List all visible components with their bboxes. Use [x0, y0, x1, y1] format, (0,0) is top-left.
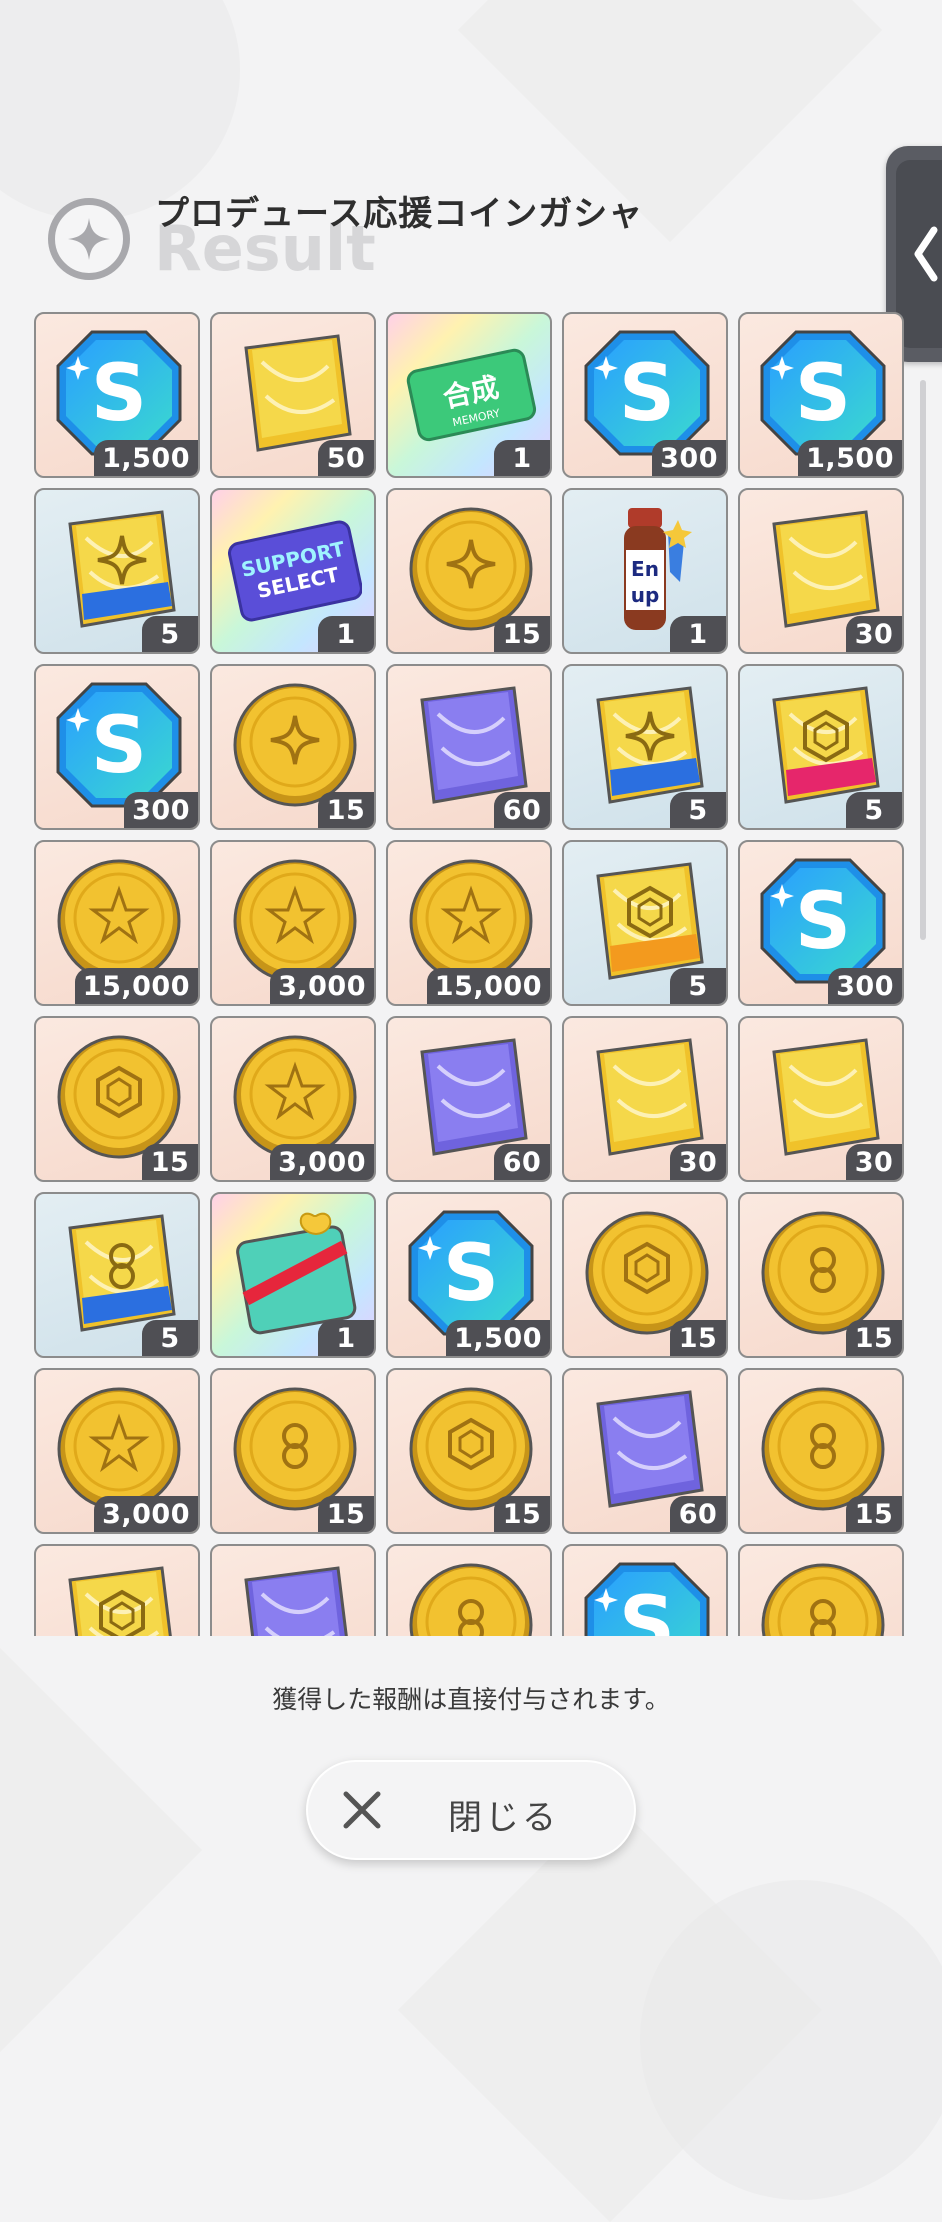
item-count-badge: 1	[494, 440, 550, 476]
item-count-badge: 1,500	[446, 1320, 550, 1356]
reward-item[interactable]: 5	[738, 664, 904, 830]
reward-notice: 獲得した報酬は直接付与されます。	[272, 1685, 670, 1714]
reward-item[interactable]	[34, 1544, 200, 1636]
item-count-badge: 15,000	[426, 968, 550, 1004]
reward-item[interactable]: 30	[562, 1016, 728, 1182]
reward-grid: S 1,500 50 合成 MEMORY 1 S 300 S 1,500 5 S…	[34, 312, 910, 1636]
reward-item[interactable]: 15	[562, 1192, 728, 1358]
reward-item[interactable]: 5	[34, 1192, 200, 1358]
item-count-badge: 15	[494, 616, 550, 652]
reward-item[interactable]: 3,000	[34, 1368, 200, 1534]
reward-item[interactable]: S 1,500	[34, 312, 200, 478]
svg-text:S: S	[91, 349, 147, 439]
svg-text:S: S	[443, 1229, 499, 1319]
item-count-badge: 5	[846, 792, 902, 828]
item-count-badge: 1	[318, 616, 374, 652]
item-count-badge: 1,500	[798, 440, 902, 476]
item-count-badge: 15	[494, 1496, 550, 1532]
item-count-badge: 300	[124, 792, 198, 828]
reward-item[interactable]	[386, 1544, 552, 1636]
item-count-badge: 300	[652, 440, 726, 476]
item-count-badge: 5	[670, 968, 726, 1004]
reward-item[interactable]: 合成 MEMORY 1	[386, 312, 552, 478]
item-count-badge: 60	[494, 1144, 550, 1180]
item-count-badge: 3,000	[270, 968, 374, 1004]
reward-item[interactable]	[738, 1544, 904, 1636]
item-count-badge: 15,000	[74, 968, 198, 1004]
reward-item[interactable]: 1	[210, 1192, 376, 1358]
svg-text:S: S	[619, 1581, 675, 1636]
reward-item[interactable]: S 1,500	[738, 312, 904, 478]
item-count-badge: 300	[828, 968, 902, 1004]
reward-item[interactable]: 15	[34, 1016, 200, 1182]
item-count-badge: 30	[846, 1144, 902, 1180]
reward-item[interactable]: 5	[562, 840, 728, 1006]
reward-item[interactable]: 3,000	[210, 840, 376, 1006]
item-count-badge: 30	[670, 1144, 726, 1180]
item-count-badge: 3,000	[270, 1144, 374, 1180]
item-count-badge: 60	[670, 1496, 726, 1532]
svg-text:S: S	[91, 701, 147, 791]
item-count-badge: 15	[318, 792, 374, 828]
reward-item[interactable]: S 1,500	[386, 1192, 552, 1358]
reward-item[interactable]: 15	[386, 1368, 552, 1534]
reward-item[interactable]: S 300	[34, 664, 200, 830]
reward-item[interactable]: 3,000	[210, 1016, 376, 1182]
reward-item[interactable]: S 300	[738, 840, 904, 1006]
item-count-badge: 60	[494, 792, 550, 828]
item-count-badge: 30	[846, 616, 902, 652]
reward-item[interactable]: 15,000	[34, 840, 200, 1006]
reward-item[interactable]: 15	[738, 1192, 904, 1358]
item-count-badge: 5	[670, 792, 726, 828]
reward-item[interactable]: 15	[210, 664, 376, 830]
close-icon	[343, 1791, 381, 1829]
svg-text:up: up	[631, 583, 660, 607]
svg-text:S: S	[795, 349, 851, 439]
reward-item[interactable]: En up 1	[562, 488, 728, 654]
item-count-badge: 3,000	[94, 1496, 198, 1532]
item-count-badge: 50	[318, 440, 374, 476]
item-count-badge: 15	[846, 1496, 902, 1532]
svg-text:En: En	[631, 557, 659, 581]
reward-item[interactable]: 50	[210, 312, 376, 478]
reward-item[interactable]: 30	[738, 1016, 904, 1182]
item-count-badge: 1	[318, 1320, 374, 1356]
reward-item[interactable]: 15	[738, 1368, 904, 1534]
scrollbar[interactable]	[920, 380, 926, 940]
sparkle-icon	[48, 198, 130, 280]
item-count-badge: 1	[670, 616, 726, 652]
reward-item[interactable]: 60	[386, 1016, 552, 1182]
item-count-badge: 15	[846, 1320, 902, 1356]
reward-item[interactable]: 15,000	[386, 840, 552, 1006]
reward-item[interactable]: SUPPORT SELECT 1	[210, 488, 376, 654]
reward-item[interactable]: 60	[386, 664, 552, 830]
svg-text:S: S	[795, 877, 851, 967]
reward-item[interactable]	[210, 1544, 376, 1636]
reward-item[interactable]: 15	[210, 1368, 376, 1534]
reward-item[interactable]: 15	[386, 488, 552, 654]
item-count-badge: 15	[670, 1320, 726, 1356]
item-count-badge: 15	[142, 1144, 198, 1180]
item-count-badge: 15	[318, 1496, 374, 1532]
item-count-badge: 1,500	[94, 440, 198, 476]
close-button-label: 閉じる	[448, 1798, 559, 1838]
reward-item[interactable]: 30	[738, 488, 904, 654]
reward-item[interactable]: 5	[562, 664, 728, 830]
reward-item[interactable]: 5	[34, 488, 200, 654]
item-count-badge: 5	[142, 616, 198, 652]
item-count-badge: 5	[142, 1320, 198, 1356]
header: Result プロデュース応援コインガシャ	[0, 0, 942, 300]
reward-item[interactable]: 60	[562, 1368, 728, 1534]
close-button[interactable]: 閉じる	[306, 1760, 636, 1860]
reward-item[interactable]: S	[562, 1544, 728, 1636]
reward-item[interactable]: S 300	[562, 312, 728, 478]
page-title: プロデュース応援コインガシャ	[155, 194, 644, 234]
svg-text:S: S	[619, 349, 675, 439]
